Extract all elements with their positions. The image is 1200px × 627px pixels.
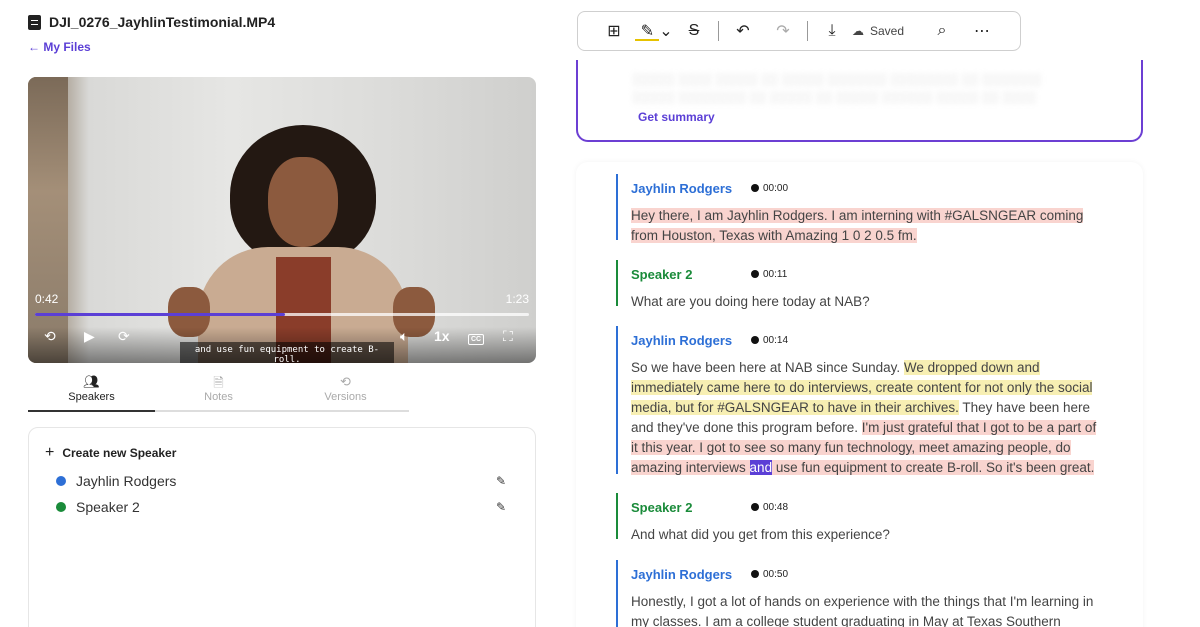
saved-status: ☁ Saved xyxy=(852,24,905,38)
segment-timestamp[interactable]: 00:14 xyxy=(751,335,788,346)
segment-speaker-name[interactable]: Speaker 2 xyxy=(631,500,751,515)
add-comment-icon[interactable]: ⊞ xyxy=(594,18,634,44)
undo-icon[interactable]: ↶ xyxy=(723,18,763,44)
versions-icon: ⟲ xyxy=(340,374,351,389)
play-icon xyxy=(751,503,759,511)
highlight-pen-icon[interactable]: ✎ ⌄ xyxy=(634,18,674,44)
notes-icon: 🗎 xyxy=(213,375,224,390)
segment-timestamp[interactable]: 00:00 xyxy=(751,183,788,194)
plus-icon: + xyxy=(45,444,55,461)
download-icon[interactable]: ⤓ xyxy=(812,18,852,44)
current-time: 0:42 xyxy=(35,292,59,306)
segment-timestamp[interactable]: 00:11 xyxy=(751,269,787,280)
create-speaker-button[interactable]: + Create new Speaker xyxy=(45,444,176,462)
rewind-icon[interactable]: ⟲ xyxy=(44,328,56,344)
play-icon xyxy=(751,336,759,344)
tab-speakers[interactable]: 👥︎ Speakers xyxy=(28,374,155,412)
play-icon[interactable]: ▶ xyxy=(84,328,95,344)
transcript-segment[interactable]: Jayhlin Rodgers 00:50 Honestly, I got a … xyxy=(616,560,1106,627)
segment-speaker-name[interactable]: Jayhlin Rodgers xyxy=(631,181,751,196)
segment-text[interactable]: So we have been here at NAB since Sunday… xyxy=(631,358,1106,478)
forward-icon[interactable]: ⟳ xyxy=(118,328,130,344)
segment-text[interactable]: Honestly, I got a lot of hands on experi… xyxy=(631,592,1106,627)
pencil-icon[interactable]: ✎ xyxy=(496,474,506,488)
speaker-row[interactable]: Jayhlin Rodgers ✎ xyxy=(56,473,506,489)
transcript-panel: Jayhlin Rodgers 00:00 Hey there, I am Ja… xyxy=(576,162,1143,627)
side-tabs: 👥︎ Speakers 🗎 Notes ⟲ Versions xyxy=(28,374,409,412)
pencil-icon[interactable]: ✎ xyxy=(496,500,506,514)
play-icon xyxy=(751,184,759,192)
transcript-segment[interactable]: Jayhlin Rodgers 00:14 So we have been he… xyxy=(616,326,1106,475)
speaker-name: Speaker 2 xyxy=(76,499,140,515)
video-background xyxy=(28,77,68,363)
current-word: and xyxy=(749,460,773,475)
tab-notes[interactable]: 🗎 Notes xyxy=(155,374,282,410)
search-icon[interactable]: ⌕ xyxy=(922,18,962,44)
total-time: 1:23 xyxy=(505,292,529,306)
segment-text[interactable]: Hey there, I am Jayhlin Rodgers. I am in… xyxy=(631,206,1106,246)
speaker-name: Jayhlin Rodgers xyxy=(76,473,177,489)
video-player[interactable]: 0:42 1:23 ⟲ ▶ ⟳ and use fun equipment to… xyxy=(28,77,536,363)
speaker-row[interactable]: Speaker 2 ✎ xyxy=(56,499,506,515)
segment-timestamp[interactable]: 00:50 xyxy=(751,569,788,580)
closed-captions-icon[interactable]: CC xyxy=(468,328,485,348)
video-caption: and use fun equipment to create B-roll. xyxy=(180,342,394,363)
video-progress-bar[interactable] xyxy=(35,313,529,316)
redo-icon[interactable]: ↷ xyxy=(763,18,803,44)
more-options-icon[interactable]: ⋯ xyxy=(962,18,1002,44)
summary-card: ░░░░░ ░░░░ ░░░░░ ░░ ░░░░░ ░░░░░░░ ░░░░░░… xyxy=(576,60,1143,142)
speakers-panel: + Create new Speaker Jayhlin Rodgers ✎ S… xyxy=(28,427,536,627)
app-root: DJI_0276_JayhlinTestimonial.MP4 ← My Fil… xyxy=(0,0,1200,627)
document-icon xyxy=(28,14,41,30)
strikethrough-icon[interactable]: S xyxy=(674,18,714,44)
file-title: DJI_0276_JayhlinTestimonial.MP4 xyxy=(28,14,275,30)
cloud-icon: ☁ xyxy=(852,24,864,38)
segment-timestamp[interactable]: 00:48 xyxy=(751,502,788,513)
speaker-color-dot xyxy=(56,476,66,486)
editor-toolbar: ⊞ ✎ ⌄ S ↶ ↷ ⤓ ☁ Saved ⌕ ⋯ xyxy=(577,11,1021,51)
toolbar-divider xyxy=(807,21,808,41)
segment-speaker-name[interactable]: Speaker 2 xyxy=(631,267,751,282)
transcript-segment[interactable]: Speaker 2 00:11 What are you doing here … xyxy=(616,260,1106,309)
back-to-my-files-link[interactable]: ← My Files xyxy=(28,40,91,54)
transcript-segment[interactable]: Speaker 2 00:48 And what did you get fro… xyxy=(616,493,1106,542)
playback-speed[interactable]: 1x xyxy=(434,328,450,344)
segment-speaker-name[interactable]: Jayhlin Rodgers xyxy=(631,567,751,582)
transcript-segment[interactable]: Jayhlin Rodgers 00:00 Hey there, I am Ja… xyxy=(616,174,1106,243)
fullscreen-icon[interactable]: ⛶ xyxy=(503,328,513,344)
volume-icon[interactable]: 🔈︎ xyxy=(400,328,408,344)
speaker-color-dot xyxy=(56,502,66,512)
segment-text[interactable]: And what did you get from this experienc… xyxy=(631,525,1106,545)
speakers-icon: 👥︎ xyxy=(83,374,100,389)
get-summary-button[interactable]: Get summary xyxy=(638,110,715,124)
segment-speaker-name[interactable]: Jayhlin Rodgers xyxy=(631,333,751,348)
segment-text[interactable]: What are you doing here today at NAB? xyxy=(631,292,1106,312)
toolbar-divider xyxy=(718,21,719,41)
play-icon xyxy=(751,270,759,278)
video-progress-fill xyxy=(35,313,285,316)
file-title-text: DJI_0276_JayhlinTestimonial.MP4 xyxy=(49,14,276,30)
play-icon xyxy=(751,570,759,578)
summary-blurred-preview: ░░░░░ ░░░░ ░░░░░ ░░ ░░░░░ ░░░░░░░ ░░░░░░… xyxy=(632,72,1042,104)
tab-versions[interactable]: ⟲ Versions xyxy=(282,374,409,410)
